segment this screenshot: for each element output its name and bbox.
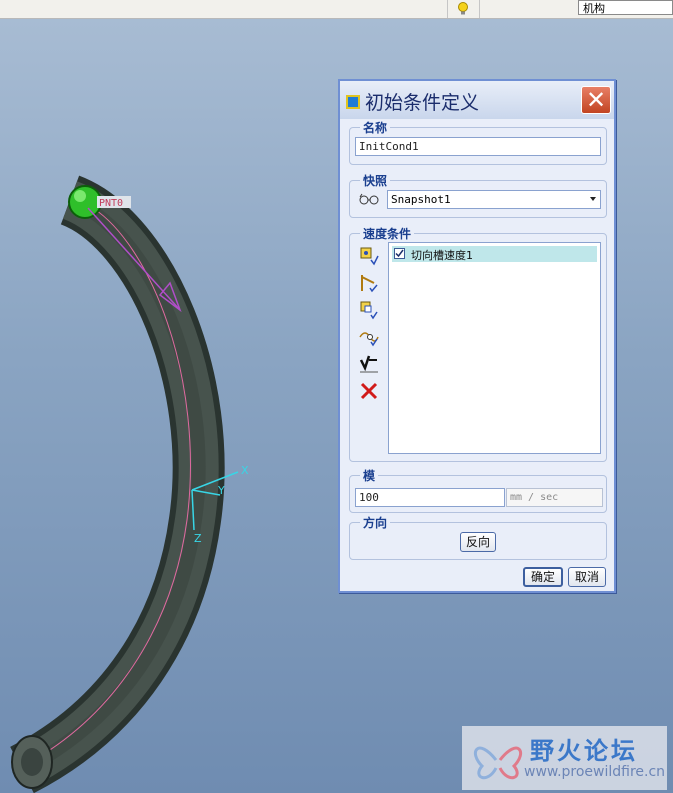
snapshot-select[interactable]: Snapshot1 (387, 190, 601, 209)
axis-y-label: Y (217, 484, 225, 497)
name-input[interactable]: InitCond1 (355, 137, 601, 156)
magnitude-group-label: 模 (360, 467, 379, 484)
watermark-title: 野火论坛 (530, 737, 638, 765)
joint-velocity-icon[interactable] (359, 273, 379, 293)
magnitude-input[interactable]: 100 (355, 488, 505, 507)
watermark-url: www.proewildfire.cn (524, 764, 666, 780)
direction-group: 方向 反向 (349, 514, 607, 560)
cancel-button[interactable]: 取消 (568, 567, 606, 587)
chevron-down-icon (590, 197, 596, 201)
velocity-item-label: 切向槽速度1 (411, 249, 473, 262)
point-label: PNT0 (99, 198, 123, 209)
snapshot-group-label: 快照 (360, 172, 391, 189)
axis-z-label: Z (194, 532, 202, 545)
glasses-icon[interactable] (359, 193, 379, 205)
velocity-group-label: 速度条件 (360, 225, 415, 242)
magnitude-unit: mm / sec (506, 488, 603, 507)
initial-condition-dialog: 初始条件定义 ✕ 名称 InitCond1 快照 Snapshot1 速度条件 (338, 79, 616, 593)
butterfly-logo-icon (473, 746, 523, 780)
name-group: 名称 InitCond1 (349, 119, 607, 165)
reverse-button[interactable]: 反向 (460, 532, 496, 552)
ball-sphere (68, 185, 102, 219)
dialog-title: 初始条件定义 (365, 92, 480, 114)
snapshot-group: 快照 Snapshot1 (349, 172, 607, 218)
dialog-titlebar[interactable]: 初始条件定义 ✕ (340, 81, 614, 119)
name-group-label: 名称 (360, 119, 391, 136)
rotational-velocity-icon[interactable] (359, 300, 379, 320)
velocity-group: 速度条件 切向槽速度1 (349, 225, 607, 462)
window-icon (346, 95, 360, 109)
tangent-slot-velocity-icon[interactable] (359, 354, 379, 374)
delete-icon[interactable] (359, 381, 379, 401)
velocity-list[interactable]: 切向槽速度1 (388, 242, 601, 454)
close-button[interactable]: ✕ (581, 86, 611, 114)
forum-watermark: 野火论坛 www.proewildfire.cn (462, 726, 667, 790)
magnitude-group: 模 100 mm / sec (349, 467, 607, 513)
velocity-item-checkbox[interactable] (394, 248, 405, 259)
axis-x-label: X (241, 464, 249, 477)
ok-button[interactable]: 确定 (523, 567, 563, 587)
snapshot-select-value: Snapshot1 (391, 193, 451, 206)
direction-group-label: 方向 (360, 514, 391, 531)
slot-velocity-icon[interactable] (359, 327, 379, 347)
list-item[interactable]: 切向槽速度1 (392, 246, 597, 262)
point-velocity-icon[interactable] (359, 246, 379, 266)
